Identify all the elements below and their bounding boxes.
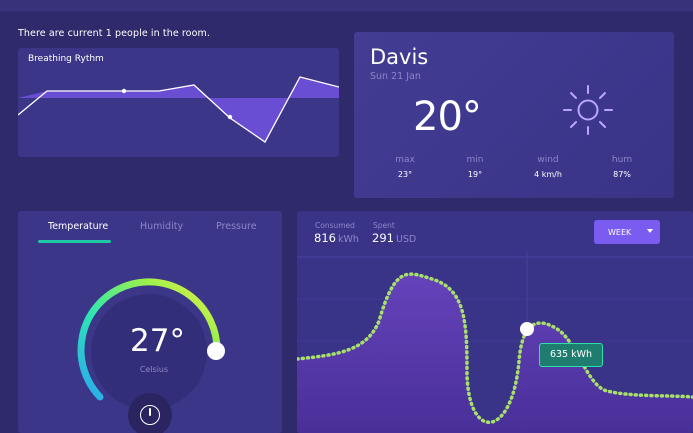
stat-value: 87% [613,170,631,179]
energy-tooltip: 635 kWh [539,343,603,367]
thermostat-temperature: 27° [130,323,185,359]
energy-card: Consumed 816 kWh Spent 291 USD WEEK 635 kW… [297,211,693,433]
top-bar [0,0,693,11]
stat-min: min 19° [445,155,505,179]
people-count-text: There are current 1 people in the room. [18,28,210,39]
energy-area [297,274,693,433]
stat-value: 19° [467,170,483,179]
stat-label: min [466,155,484,165]
power-icon-stem [149,408,151,416]
city-name: Davis [370,45,429,69]
stat-max: max 23° [375,155,435,179]
stat-label: max [395,155,415,165]
breathing-area [18,77,339,142]
stat-hum: hum 87% [592,155,652,179]
breathing-point [121,88,127,94]
power-button[interactable] [128,393,172,433]
stat-value: 23° [397,170,413,179]
stat-label: wind [537,155,559,165]
sun-icon [563,85,613,135]
energy-chart [297,251,693,433]
current-temperature: 20° [413,94,482,140]
gauge-knob [207,342,225,360]
stat-wind: wind 4 km/h [518,155,578,179]
thermostat-card: Temperature Humidity Pressure 27° Celsiu… [18,211,282,433]
weather-card: Davis Sun 21 Jan 20° max 23° min 19° win… [354,32,674,198]
breathing-title: Breathing Rythm [28,54,104,64]
weather-date: Sun 21 Jan [370,71,421,82]
breathing-point [227,114,233,120]
breathing-rhythm-card: Breathing Rythm [18,48,339,157]
energy-point [520,322,534,336]
breathing-line [18,76,339,143]
stat-value: 4 km/h [534,170,562,179]
stat-label: hum [611,155,633,165]
breathing-chart [18,76,339,143]
thermostat-unit: Celsius [139,365,169,374]
